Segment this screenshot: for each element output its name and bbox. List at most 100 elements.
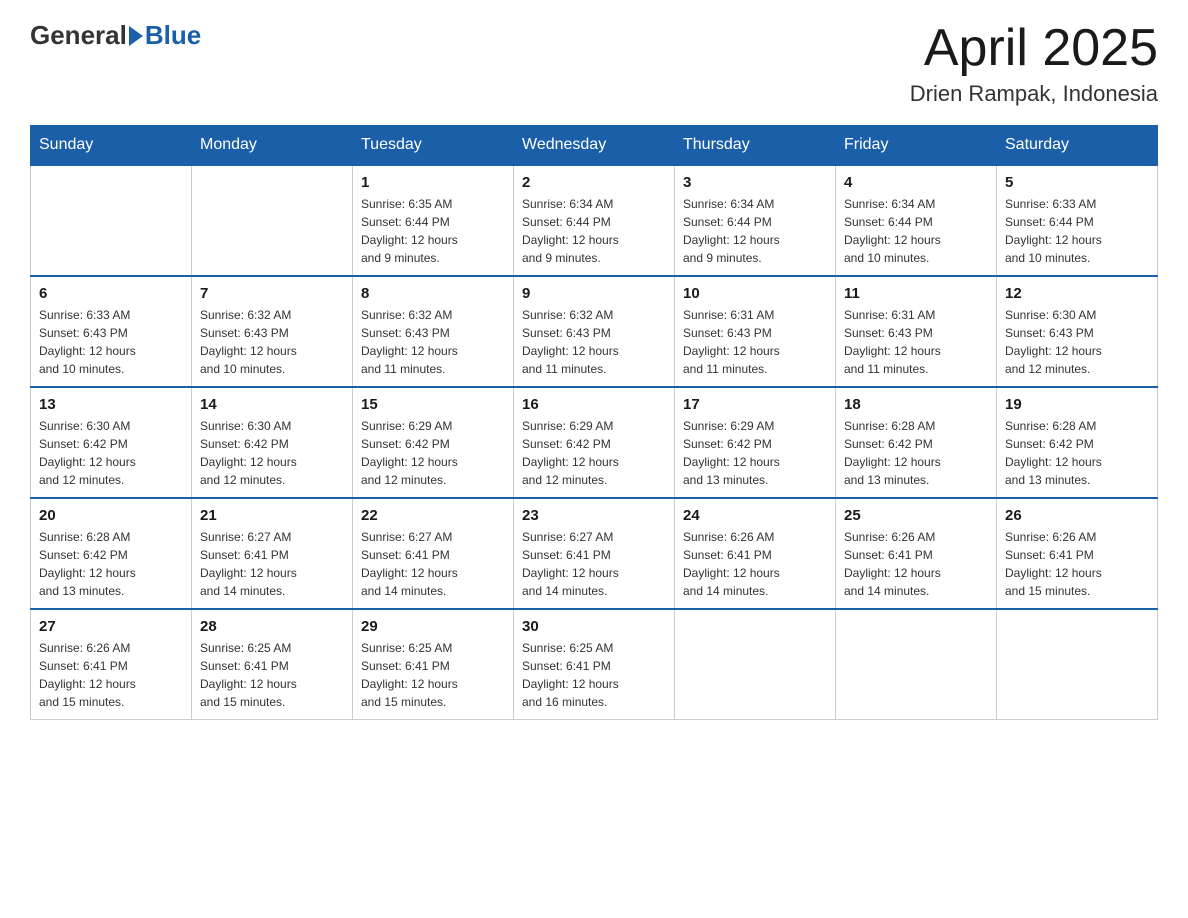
table-row: 23 Sunrise: 6:27 AMSunset: 6:41 PMDayligh… [514, 498, 675, 609]
logo-general-text: General [30, 20, 127, 51]
calendar-week-row: 20 Sunrise: 6:28 AMSunset: 6:42 PMDayligh… [31, 498, 1158, 609]
location-title: Drien Rampak, Indonesia [910, 81, 1158, 107]
calendar-week-row: 27 Sunrise: 6:26 AMSunset: 6:41 PMDayligh… [31, 609, 1158, 720]
page-header: General Blue April 2025 Drien Rampak, In… [30, 20, 1158, 107]
day-info: Sunrise: 6:34 AMSunset: 6:44 PMDaylight:… [522, 195, 666, 267]
day-number: 1 [361, 174, 505, 191]
day-number: 24 [683, 507, 827, 524]
day-number: 25 [844, 507, 988, 524]
table-row: 4Sunrise: 6:34 AMSunset: 6:44 PMDaylight… [836, 165, 997, 276]
table-row: 12 Sunrise: 6:30 AMSunset: 6:43 PMDayligh… [997, 276, 1158, 387]
calendar-week-row: 1 Sunrise: 6:35 AMSunset: 6:44 PMDaylight… [31, 165, 1158, 276]
day-info: Sunrise: 6:30 AMSunset: 6:42 PMDaylight:… [39, 417, 183, 489]
table-row: 24 Sunrise: 6:26 AMSunset: 6:41 PMDayligh… [675, 498, 836, 609]
day-info: Sunrise: 6:31 AMSunset: 6:43 PMDaylight:… [844, 306, 988, 378]
day-info: Sunrise: 6:26 AMSunset: 6:41 PMDaylight:… [844, 528, 988, 600]
table-row: 6Sunrise: 6:33 AMSunset: 6:43 PMDaylight… [31, 276, 192, 387]
day-info: Sunrise: 6:26 AMSunset: 6:41 PMDaylight:… [39, 639, 183, 711]
logo-blue-text: Blue [145, 20, 201, 51]
day-number: 18 [844, 396, 988, 413]
table-row: 7 Sunrise: 6:32 AMSunset: 6:43 PMDaylight… [192, 276, 353, 387]
day-number: 2 [522, 174, 666, 191]
table-row: 16 Sunrise: 6:29 AMSunset: 6:42 PMDayligh… [514, 387, 675, 498]
day-info: Sunrise: 6:28 AMSunset: 6:42 PMDaylight:… [844, 417, 988, 489]
day-info: Sunrise: 6:32 AMSunset: 6:43 PMDaylight:… [200, 306, 344, 378]
day-info: Sunrise: 6:30 AMSunset: 6:43 PMDaylight:… [1005, 306, 1149, 378]
table-row: 29Sunrise: 6:25 AMSunset: 6:41 PMDayligh… [353, 609, 514, 720]
calendar-header-friday: Friday [836, 126, 997, 166]
day-number: 4 [844, 174, 988, 191]
calendar-header-monday: Monday [192, 126, 353, 166]
logo-arrow-icon [129, 26, 143, 46]
day-info: Sunrise: 6:27 AMSunset: 6:41 PMDaylight:… [522, 528, 666, 600]
calendar-week-row: 6Sunrise: 6:33 AMSunset: 6:43 PMDaylight… [31, 276, 1158, 387]
day-info: Sunrise: 6:27 AMSunset: 6:41 PMDaylight:… [361, 528, 505, 600]
table-row: 22 Sunrise: 6:27 AMSunset: 6:41 PMDayligh… [353, 498, 514, 609]
table-row: 26Sunrise: 6:26 AMSunset: 6:41 PMDayligh… [997, 498, 1158, 609]
table-row: 20 Sunrise: 6:28 AMSunset: 6:42 PMDayligh… [31, 498, 192, 609]
table-row: 15Sunrise: 6:29 AMSunset: 6:42 PMDayligh… [353, 387, 514, 498]
table-row: 19 Sunrise: 6:28 AMSunset: 6:42 PMDayligh… [997, 387, 1158, 498]
day-number: 14 [200, 396, 344, 413]
day-number: 27 [39, 618, 183, 635]
day-info: Sunrise: 6:25 AMSunset: 6:41 PMDaylight:… [522, 639, 666, 711]
table-row: 5 Sunrise: 6:33 AMSunset: 6:44 PMDaylight… [997, 165, 1158, 276]
day-number: 13 [39, 396, 183, 413]
table-row: 9 Sunrise: 6:32 AMSunset: 6:43 PMDaylight… [514, 276, 675, 387]
day-info: Sunrise: 6:29 AMSunset: 6:42 PMDaylight:… [683, 417, 827, 489]
table-row [836, 609, 997, 720]
day-number: 7 [200, 285, 344, 302]
table-row: 17 Sunrise: 6:29 AMSunset: 6:42 PMDayligh… [675, 387, 836, 498]
calendar-header-row: SundayMondayTuesdayWednesdayThursdayFrid… [31, 126, 1158, 166]
table-row [675, 609, 836, 720]
day-number: 20 [39, 507, 183, 524]
day-number: 10 [683, 285, 827, 302]
table-row: 27 Sunrise: 6:26 AMSunset: 6:41 PMDayligh… [31, 609, 192, 720]
day-number: 23 [522, 507, 666, 524]
day-number: 9 [522, 285, 666, 302]
day-info: Sunrise: 6:32 AMSunset: 6:43 PMDaylight:… [522, 306, 666, 378]
table-row [997, 609, 1158, 720]
table-row: 3 Sunrise: 6:34 AMSunset: 6:44 PMDaylight… [675, 165, 836, 276]
day-number: 11 [844, 285, 988, 302]
day-info: Sunrise: 6:26 AMSunset: 6:41 PMDaylight:… [683, 528, 827, 600]
day-info: Sunrise: 6:34 AMSunset: 6:44 PMDaylight:… [683, 195, 827, 267]
table-row: 11 Sunrise: 6:31 AMSunset: 6:43 PMDayligh… [836, 276, 997, 387]
table-row: 21 Sunrise: 6:27 AMSunset: 6:41 PMDayligh… [192, 498, 353, 609]
day-info: Sunrise: 6:31 AMSunset: 6:43 PMDaylight:… [683, 306, 827, 378]
day-number: 26 [1005, 507, 1149, 524]
day-info: Sunrise: 6:35 AMSunset: 6:44 PMDaylight:… [361, 195, 505, 267]
month-title: April 2025 [910, 20, 1158, 77]
day-number: 3 [683, 174, 827, 191]
day-info: Sunrise: 6:33 AMSunset: 6:44 PMDaylight:… [1005, 195, 1149, 267]
calendar-table: SundayMondayTuesdayWednesdayThursdayFrid… [30, 125, 1158, 720]
day-info: Sunrise: 6:28 AMSunset: 6:42 PMDaylight:… [1005, 417, 1149, 489]
day-number: 5 [1005, 174, 1149, 191]
day-number: 28 [200, 618, 344, 635]
day-number: 19 [1005, 396, 1149, 413]
day-number: 17 [683, 396, 827, 413]
day-info: Sunrise: 6:25 AMSunset: 6:41 PMDaylight:… [200, 639, 344, 711]
day-info: Sunrise: 6:28 AMSunset: 6:42 PMDaylight:… [39, 528, 183, 600]
day-number: 29 [361, 618, 505, 635]
day-info: Sunrise: 6:29 AMSunset: 6:42 PMDaylight:… [522, 417, 666, 489]
day-info: Sunrise: 6:27 AMSunset: 6:41 PMDaylight:… [200, 528, 344, 600]
table-row [192, 165, 353, 276]
day-number: 22 [361, 507, 505, 524]
logo: General Blue [30, 20, 201, 51]
table-row: 1 Sunrise: 6:35 AMSunset: 6:44 PMDaylight… [353, 165, 514, 276]
day-info: Sunrise: 6:32 AMSunset: 6:43 PMDaylight:… [361, 306, 505, 378]
day-number: 8 [361, 285, 505, 302]
calendar-week-row: 13 Sunrise: 6:30 AMSunset: 6:42 PMDayligh… [31, 387, 1158, 498]
table-row: 30Sunrise: 6:25 AMSunset: 6:41 PMDayligh… [514, 609, 675, 720]
table-row: 28 Sunrise: 6:25 AMSunset: 6:41 PMDayligh… [192, 609, 353, 720]
calendar-header-saturday: Saturday [997, 126, 1158, 166]
table-row: 25 Sunrise: 6:26 AMSunset: 6:41 PMDayligh… [836, 498, 997, 609]
day-number: 16 [522, 396, 666, 413]
table-row: 8 Sunrise: 6:32 AMSunset: 6:43 PMDaylight… [353, 276, 514, 387]
calendar-header-wednesday: Wednesday [514, 126, 675, 166]
day-number: 12 [1005, 285, 1149, 302]
table-row: 13 Sunrise: 6:30 AMSunset: 6:42 PMDayligh… [31, 387, 192, 498]
day-number: 21 [200, 507, 344, 524]
calendar-header-tuesday: Tuesday [353, 126, 514, 166]
